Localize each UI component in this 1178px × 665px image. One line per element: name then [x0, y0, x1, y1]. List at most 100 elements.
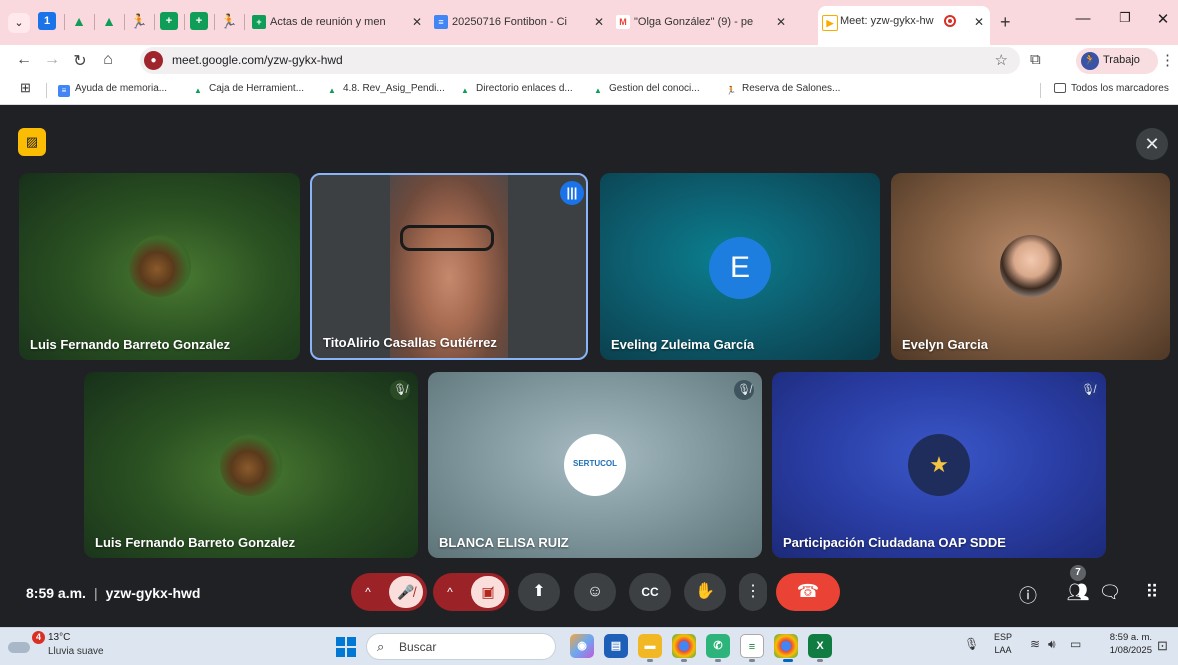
participant-tile[interactable]: SERTUCOL 🎙︎̸ BLANCA ELISA RUIZ [428, 372, 762, 558]
drive-icon[interactable]: ▲ [70, 12, 88, 30]
forward-button[interactable]: → [42, 51, 62, 69]
close-icon[interactable]: ✕ [776, 15, 786, 29]
meeting-code: yzw-gykx-hwd [105, 585, 201, 601]
bookmark-item[interactable]: ▲ Caja de Herramient... [192, 83, 304, 97]
runner-icon: 🏃 [726, 86, 736, 95]
system-clock[interactable]: 8:59 a. m. 1/08/2025 [1096, 631, 1152, 657]
divider: | [93, 585, 98, 601]
camera-options-chevron-icon[interactable]: ^ [433, 573, 467, 611]
microphone-tray-icon[interactable]: 🎙︎ [964, 637, 979, 651]
apps-grid-icon[interactable]: ⊞ [20, 80, 31, 96]
close-icon[interactable]: ✕ [412, 15, 422, 29]
captions-button[interactable]: CC [629, 573, 671, 611]
wifi-icon[interactable]: ≋ [1030, 637, 1040, 651]
participant-tile-speaking[interactable]: ||| TitoAlirio Casallas Gutiérrez [310, 173, 588, 360]
sheets-icon[interactable]: + [160, 12, 178, 30]
tab-gmail[interactable]: M "Olga González" (9) - pe ✕ [612, 10, 792, 36]
raise-hand-button[interactable]: ✋ [684, 573, 726, 611]
tab-divider [94, 14, 95, 30]
participant-tile[interactable]: Luis Fernando Barreto Gonzalez [19, 173, 300, 360]
bookmark-item[interactable]: ≡ Ayuda de memoria... [58, 83, 167, 97]
store-icon[interactable]: ▤ [604, 634, 628, 658]
running-indicator [817, 659, 823, 662]
bookmark-label: Ayuda de memoria... [75, 83, 168, 94]
browser-menu-icon[interactable]: ⋮ [1160, 51, 1175, 69]
participant-tile[interactable]: E Eveling Zuleima García [600, 173, 880, 360]
bookmark-item[interactable]: ▲ 4.8. Rev_Asig_Pendi... [326, 83, 445, 97]
new-tab-button[interactable]: + [1000, 12, 1011, 33]
gmail-icon: M [616, 15, 630, 29]
close-icon[interactable]: ✕ [974, 15, 984, 29]
notifications-icon[interactable]: ⊡ [1157, 638, 1168, 654]
file-explorer-icon[interactable]: ▬ [638, 634, 662, 658]
bookmark-item[interactable]: 🏃 Reserva de Salones... [725, 83, 840, 97]
language-indicator[interactable]: ESP LAA [994, 631, 1012, 657]
browser-toolbar: ← → ↻ ⌂ ● meet.google.com/yzw-gykx-hwd ☆… [0, 45, 1178, 77]
mic-muted-icon: 🎙︎̸ [734, 380, 754, 400]
close-window-button[interactable]: ✕ [1148, 10, 1178, 28]
chrome-icon[interactable] [672, 634, 696, 658]
mic-off-icon[interactable]: 🎤̸ [389, 576, 423, 608]
activities-icon[interactable]: ⠿ [1140, 582, 1164, 603]
bookmark-item[interactable]: ▲ Directorio enlaces d... [459, 83, 573, 97]
meeting-details-icon[interactable]: ⓘ [1016, 582, 1040, 608]
participant-tile[interactable]: ★ 🎙︎̸ Participación Ciudadana OAP SDDE [772, 372, 1106, 558]
mic-options-chevron-icon[interactable]: ^ [351, 573, 385, 611]
windows-start-icon[interactable] [336, 637, 356, 657]
tab-divider [64, 14, 65, 30]
people-icon[interactable]: 👥︎ [1066, 582, 1090, 603]
close-icon[interactable]: ✕ [594, 15, 604, 29]
camera-control[interactable]: ^ ▣̸ [433, 573, 509, 611]
chrome-profile-icon[interactable] [774, 634, 798, 658]
excel-icon[interactable]: X [808, 634, 832, 658]
minimize-button[interactable]: — [1068, 10, 1098, 27]
whatsapp-icon[interactable]: ✆ [706, 634, 730, 658]
url-text[interactable]: meet.google.com/yzw-gykx-hwd [172, 53, 343, 67]
reactions-button[interactable]: ☺ [574, 573, 616, 611]
battery-icon[interactable]: ▭ [1070, 637, 1081, 651]
tab-strip: ⌄ 1 ▲ ▲ 🏃 + + 🏃 + Actas de reunión y men… [0, 0, 1178, 45]
camera-off-icon[interactable]: ▣̸ [471, 576, 505, 608]
restore-button[interactable]: ❐ [1110, 10, 1140, 26]
bookmark-item[interactable]: ▲ Gestion del conoci... [592, 83, 700, 97]
extensions-icon[interactable]: ⧉ [1030, 51, 1041, 68]
participant-name: Luis Fernando Barreto Gonzalez [30, 337, 231, 352]
participant-tile[interactable]: 🎙︎̸ Luis Fernando Barreto Gonzalez [84, 372, 418, 558]
copilot-icon[interactable]: ◉ [570, 634, 594, 658]
runner-icon[interactable]: 🏃 [130, 12, 148, 30]
weather-temperature: 13°C [48, 632, 71, 643]
runner-icon[interactable]: 🏃 [220, 12, 238, 30]
more-options-button[interactable]: ⋮ [739, 573, 767, 611]
profile-button[interactable]: 🏃 Trabajo [1076, 48, 1158, 74]
present-screen-button[interactable]: ⬆ [518, 573, 560, 611]
tab-search-button[interactable]: ⌄ [8, 13, 30, 33]
tab-fontibon[interactable]: ≡ 20250716 Fontibon - Ci ✕ [430, 10, 610, 36]
taskbar-search[interactable]: ⌕ Buscar [366, 633, 556, 660]
drive-icon[interactable]: ▲ [100, 12, 118, 30]
participant-name: TitoAlirio Casallas Gutiérrez [323, 335, 497, 350]
participant-tile[interactable]: Evelyn Garcia [891, 173, 1170, 360]
home-icon[interactable]: ⌂ [98, 51, 118, 69]
chat-icon[interactable]: 🗨︎ [1098, 582, 1122, 603]
notepad-icon[interactable]: ≡ [740, 634, 764, 658]
reload-button[interactable]: ↻ [70, 51, 90, 71]
tab-meet[interactable]: ▶ Meet: yzw-gykx-hw ✕ [818, 6, 990, 45]
volume-icon[interactable]: 🔊︎ [1048, 637, 1056, 652]
logo-text: SERTUCOL [573, 459, 617, 468]
all-bookmarks-button[interactable]: Todos los marcadores [1054, 83, 1169, 94]
camera-off-badge-icon[interactable]: ▨ [18, 128, 46, 156]
site-info-icon[interactable]: ● [144, 51, 163, 70]
bookmark-label: Reserva de Salones... [742, 83, 841, 94]
calendar-icon[interactable]: 1 [38, 12, 56, 30]
bookmark-star-icon[interactable]: ☆ [995, 51, 1008, 69]
docs-icon: ≡ [434, 15, 448, 29]
unpin-icon[interactable]: ✕ [1136, 128, 1168, 160]
weather-cloud-icon[interactable] [8, 636, 30, 656]
running-indicator [715, 659, 721, 662]
sheets-icon[interactable]: + [190, 12, 208, 30]
leave-call-button[interactable]: ☎ [776, 573, 840, 611]
microphone-control[interactable]: ^ 🎤̸ [351, 573, 427, 611]
tab-actas[interactable]: + Actas de reunión y men ✕ [248, 10, 428, 36]
address-bar[interactable]: ● meet.google.com/yzw-gykx-hwd ☆ [140, 47, 1020, 74]
back-button[interactable]: ← [14, 51, 34, 69]
